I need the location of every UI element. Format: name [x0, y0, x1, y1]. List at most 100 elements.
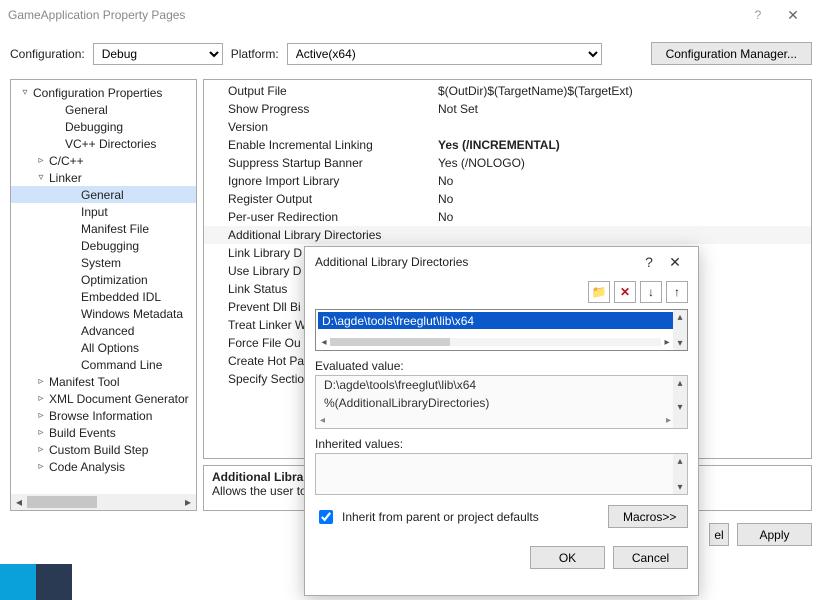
h-right-icon[interactable]: ▸ [661, 337, 673, 348]
inherited-label: Inherited values: [305, 429, 698, 453]
property-row[interactable]: Ignore Import LibraryNo [204, 172, 811, 190]
eval-v-scrollbar[interactable]: ▴ ▾ [673, 376, 687, 428]
delete-icon[interactable]: ✕ [614, 281, 636, 303]
property-value[interactable]: Not Set [434, 102, 811, 116]
tree-arrow-icon[interactable]: ▹ [35, 461, 47, 472]
tree-arrow-icon[interactable]: ▹ [35, 444, 47, 455]
tree-item[interactable]: Advanced [11, 322, 196, 339]
property-value[interactable]: No [434, 174, 811, 188]
help-icon[interactable]: ? [744, 8, 772, 22]
titlebar: GameApplication Property Pages ? ✕ [0, 0, 822, 30]
configuration-manager-button[interactable]: Configuration Manager... [651, 42, 812, 65]
tree-item[interactable]: VC++ Directories [11, 135, 196, 152]
inh-v-scrollbar[interactable]: ▴ ▾ [673, 454, 687, 494]
tree-item-label: Browse Information [47, 409, 152, 423]
listbox-v-scrollbar[interactable]: ▴ ▾ [673, 310, 687, 350]
tree-item[interactable]: Command Line [11, 356, 196, 373]
h-left-icon[interactable]: ◂ [318, 337, 330, 348]
new-folder-icon[interactable]: 📁 [588, 281, 610, 303]
property-row[interactable]: Output File$(OutDir)$(TargetName)$(Targe… [204, 82, 811, 100]
tree-item[interactable]: ▹C/C++ [11, 152, 196, 169]
tree-item[interactable]: ▹Code Analysis [11, 458, 196, 475]
taskbar-fragment [0, 564, 72, 600]
tree-item[interactable]: ▿Configuration Properties [11, 84, 196, 101]
tree-item[interactable]: ▹Browse Information [11, 407, 196, 424]
apply-button[interactable]: Apply [737, 523, 812, 546]
platform-label: Platform: [231, 47, 279, 61]
eval-h-right-icon[interactable]: ▸ [666, 415, 671, 426]
tree-h-scrollbar[interactable]: ◂ ▸ [11, 494, 196, 510]
property-row[interactable]: Per-user RedirectionNo [204, 208, 811, 226]
tree-item[interactable]: ▿Linker [11, 169, 196, 186]
tree-item-label: General [63, 103, 108, 117]
inherit-label: Inherit from parent or project defaults [342, 510, 539, 524]
tree-item-label: All Options [79, 341, 139, 355]
selected-path[interactable]: D:\agde\tools\freeglut\lib\x64 [318, 312, 673, 329]
behind-button-row: el Apply [709, 523, 812, 546]
tree-item-label: Advanced [79, 324, 134, 338]
property-value[interactable]: Yes (/NOLOGO) [434, 156, 811, 170]
listbox-h-scrollbar[interactable]: ◂ ▸ [318, 336, 673, 348]
tree-item-label: Windows Metadata [79, 307, 183, 321]
move-down-icon[interactable]: ↓ [640, 281, 662, 303]
tree-arrow-icon[interactable]: ▹ [35, 155, 47, 166]
tree-item-label: XML Document Generator [47, 392, 189, 406]
cancel-button-behind[interactable]: el [709, 523, 729, 546]
move-up-icon[interactable]: ↑ [666, 281, 688, 303]
configuration-select[interactable]: Debug [93, 43, 223, 65]
tree-item[interactable]: Manifest File [11, 220, 196, 237]
tree-arrow-icon[interactable]: ▹ [35, 376, 47, 387]
tree-arrow-icon[interactable]: ▹ [35, 427, 47, 438]
tree-item[interactable]: System [11, 254, 196, 271]
property-value[interactable]: $(OutDir)$(TargetName)$(TargetExt) [434, 84, 811, 98]
eval-h-left-icon[interactable]: ◂ [320, 415, 325, 426]
dialog-close-icon[interactable]: ✕ [662, 254, 688, 271]
property-key: Show Progress [204, 102, 434, 116]
tree-item[interactable]: Optimization [11, 271, 196, 288]
tree-item[interactable]: General [11, 186, 196, 203]
property-value[interactable]: No [434, 192, 811, 206]
property-row[interactable]: Version [204, 118, 811, 136]
dialog-help-icon[interactable]: ? [636, 254, 662, 270]
property-key: Ignore Import Library [204, 174, 434, 188]
tree-item[interactable]: All Options [11, 339, 196, 356]
tree-item[interactable]: ▹XML Document Generator [11, 390, 196, 407]
tree-arrow-icon[interactable]: ▹ [35, 410, 47, 421]
tree-item[interactable]: ▹Manifest Tool [11, 373, 196, 390]
nav-tree[interactable]: ▿Configuration PropertiesGeneralDebuggin… [10, 79, 197, 511]
paths-listbox[interactable]: D:\agde\tools\freeglut\lib\x64 ▴ ▾ ◂ ▸ [315, 309, 688, 351]
window-title: GameApplication Property Pages [8, 8, 185, 22]
tree-arrow-icon[interactable]: ▿ [35, 172, 47, 183]
property-row[interactable]: Additional Library Directories [204, 226, 811, 244]
close-icon[interactable]: ✕ [772, 7, 814, 24]
ok-button[interactable]: OK [530, 546, 605, 569]
property-value[interactable]: No [434, 210, 811, 224]
tree-item[interactable]: Debugging [11, 118, 196, 135]
cancel-button[interactable]: Cancel [613, 546, 688, 569]
tree-item-label: Embedded IDL [79, 290, 161, 304]
tree-item[interactable]: ▹Custom Build Step [11, 441, 196, 458]
scroll-right-icon[interactable]: ▸ [180, 494, 196, 510]
property-key: Version [204, 120, 434, 134]
tree-item[interactable]: Embedded IDL [11, 288, 196, 305]
property-value[interactable]: Yes (/INCREMENTAL) [434, 138, 811, 152]
property-row[interactable]: Show ProgressNot Set [204, 100, 811, 118]
platform-select[interactable]: Active(x64) [287, 43, 602, 65]
list-toolbar: 📁 ✕ ↓ ↑ [305, 277, 698, 309]
scroll-up-icon[interactable]: ▴ [673, 310, 687, 324]
inherit-checkbox[interactable] [319, 510, 333, 524]
property-row[interactable]: Suppress Startup BannerYes (/NOLOGO) [204, 154, 811, 172]
tree-arrow-icon[interactable]: ▿ [19, 87, 31, 98]
tree-item[interactable]: Debugging [11, 237, 196, 254]
property-row[interactable]: Enable Incremental LinkingYes (/INCREMEN… [204, 136, 811, 154]
tree-item[interactable]: Windows Metadata [11, 305, 196, 322]
scroll-down-icon[interactable]: ▾ [673, 336, 687, 350]
tree-item-label: General [79, 188, 124, 202]
macros-button[interactable]: Macros>> [608, 505, 688, 528]
tree-arrow-icon[interactable]: ▹ [35, 393, 47, 404]
scroll-left-icon[interactable]: ◂ [11, 494, 27, 510]
tree-item[interactable]: Input [11, 203, 196, 220]
tree-item[interactable]: General [11, 101, 196, 118]
tree-item[interactable]: ▹Build Events [11, 424, 196, 441]
property-row[interactable]: Register OutputNo [204, 190, 811, 208]
